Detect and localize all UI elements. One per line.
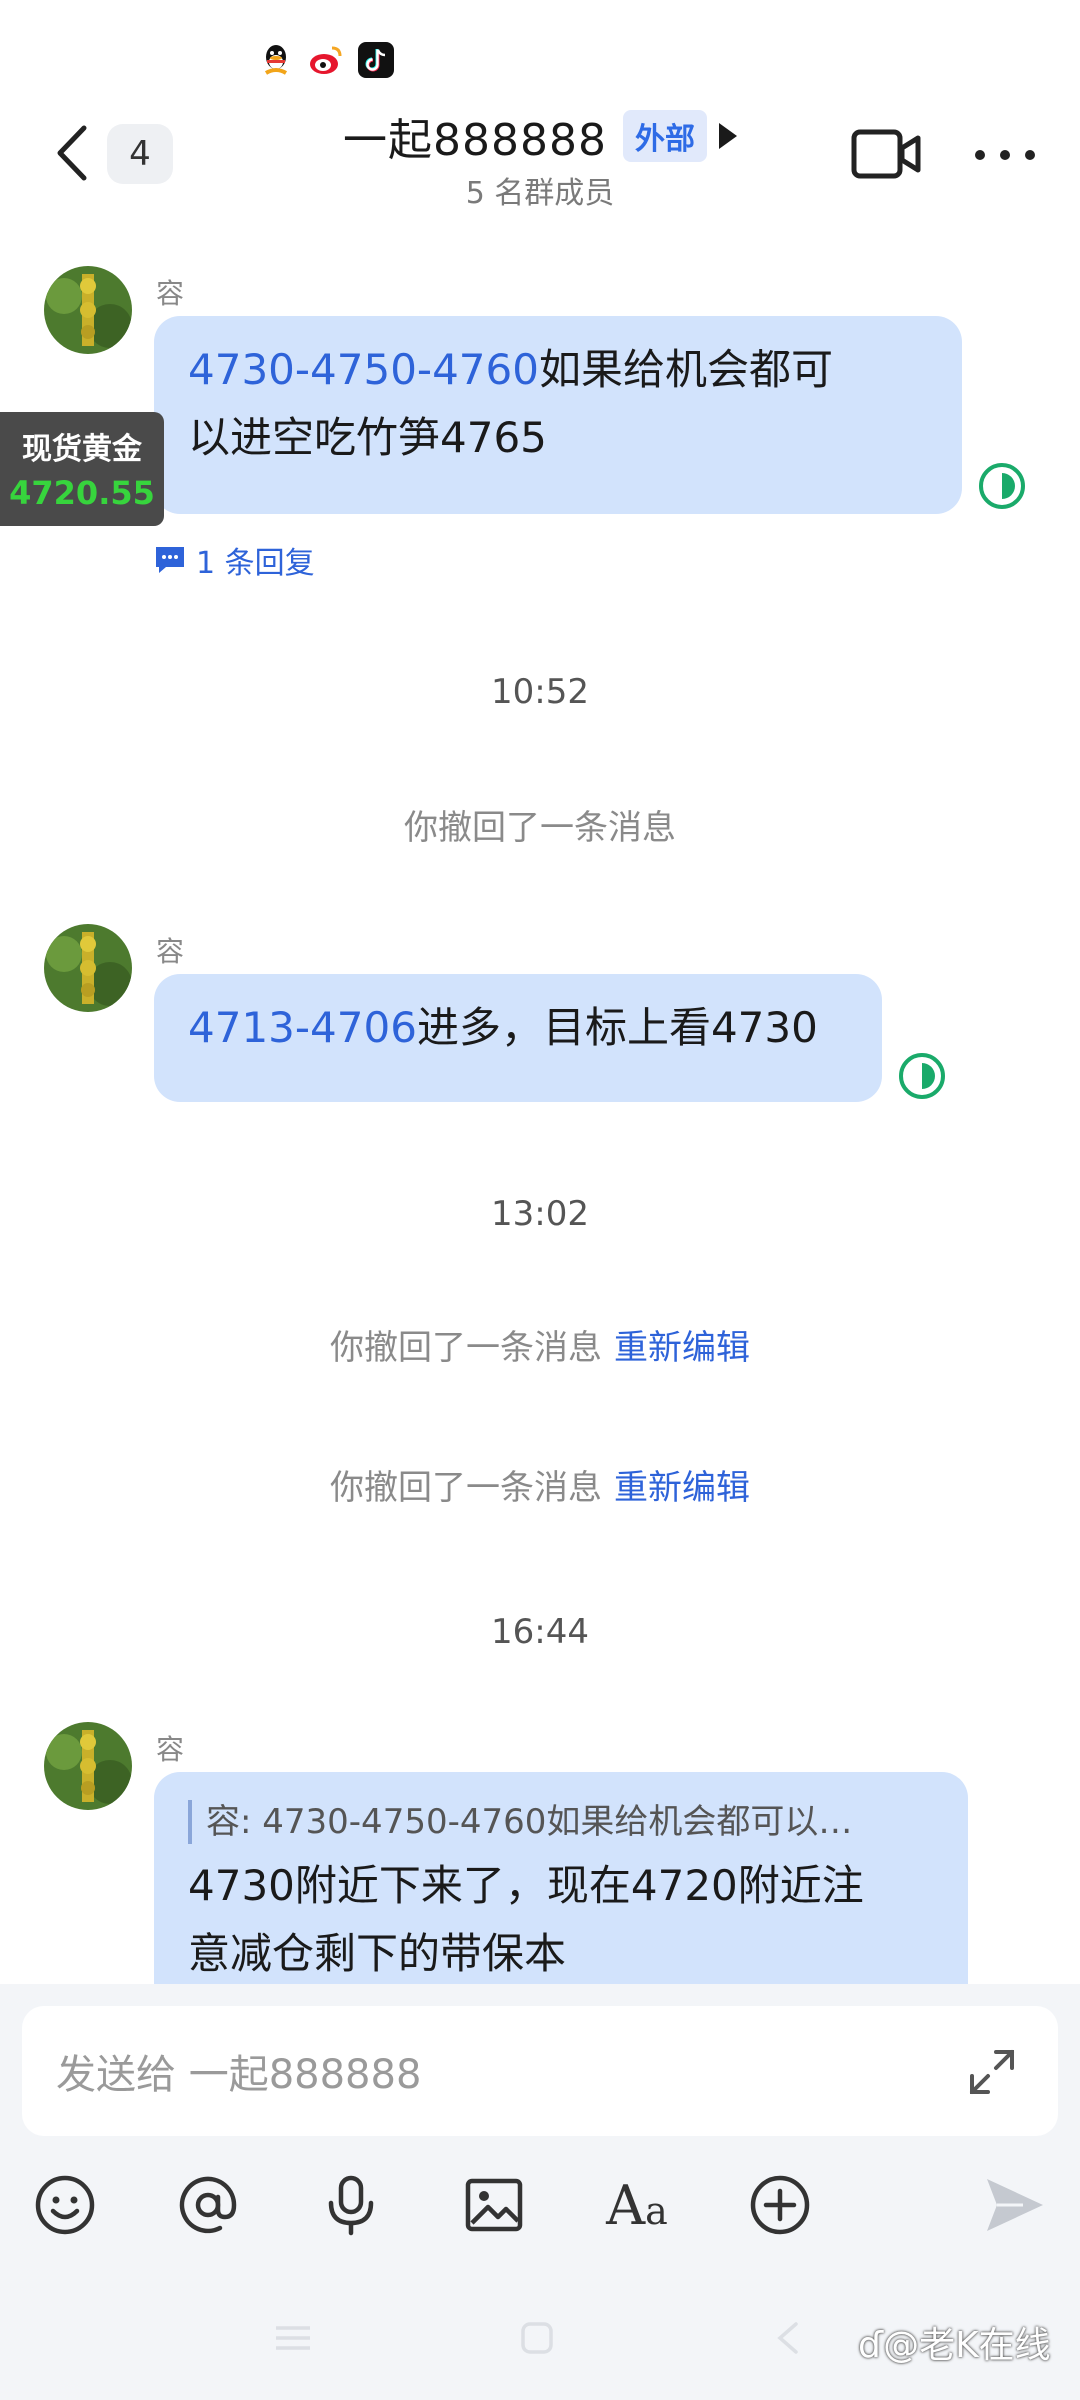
avatar[interactable] bbox=[44, 1722, 132, 1810]
status-app-icons bbox=[258, 42, 394, 78]
recalled-text: 你撤回了一条消息 bbox=[404, 808, 676, 848]
gold-value: 4720.55 bbox=[9, 474, 155, 512]
home-square-icon bbox=[521, 2322, 553, 2354]
gold-price-widget[interactable]: 现货黄金 4720.55 bbox=[0, 412, 164, 526]
expand-input-button[interactable] bbox=[962, 2042, 1022, 2102]
external-tag: 外部 bbox=[622, 110, 707, 162]
recalled-notice: 你撤回了一条消息 bbox=[0, 800, 1080, 849]
recalled-text: 你撤回了一条消息 bbox=[330, 1468, 602, 1508]
send-button[interactable] bbox=[980, 2170, 1050, 2240]
image-icon bbox=[465, 2178, 523, 2232]
send-icon bbox=[987, 2179, 1043, 2231]
reedit-link[interactable]: 重新编辑 bbox=[614, 1328, 750, 1368]
timestamp: 10:52 bbox=[491, 672, 589, 712]
mention-button[interactable] bbox=[173, 2170, 243, 2240]
plus-circle-icon bbox=[750, 2175, 810, 2235]
microphone-icon bbox=[328, 2175, 374, 2236]
emoji-icon bbox=[35, 2175, 95, 2235]
more-plus-button[interactable] bbox=[745, 2170, 815, 2240]
gold-label: 现货黄金 bbox=[22, 432, 142, 467]
nav-back-button[interactable] bbox=[764, 2318, 814, 2358]
watermark: ɗ@老K在线 bbox=[858, 2316, 1051, 2368]
reply-thread-link[interactable]: 1 条回复 bbox=[154, 538, 315, 582]
reedit-link[interactable]: 重新编辑 bbox=[614, 1468, 750, 1508]
sender-name: 容 bbox=[156, 935, 185, 968]
timestamp: 16:44 bbox=[491, 1612, 589, 1652]
message-text: 进多，目标上看4730 bbox=[416, 1003, 818, 1052]
message-line: 4730-4750-4760如果给机会都可 bbox=[188, 336, 928, 404]
message-input[interactable]: 发送给 一起888888 bbox=[22, 2006, 1058, 2136]
number-link[interactable]: 4713-4706 bbox=[188, 1003, 417, 1052]
weibo-icon bbox=[308, 42, 344, 78]
input-placeholder: 发送给 一起888888 bbox=[56, 2052, 422, 2098]
more-options-button[interactable] bbox=[970, 130, 1040, 180]
avatar[interactable] bbox=[44, 266, 132, 354]
text-format-button[interactable]: Aa bbox=[602, 2170, 672, 2240]
recalled-text: 你撤回了一条消息 bbox=[330, 1328, 602, 1368]
emoji-button[interactable] bbox=[30, 2170, 100, 2240]
back-arrow-icon bbox=[777, 2322, 798, 2354]
play-arrow-icon bbox=[718, 123, 737, 149]
comment-icon bbox=[156, 547, 184, 573]
message-bubble[interactable]: 4730-4750-4760如果给机会都可 以进空吃竹笋4765 bbox=[154, 316, 962, 514]
timestamp: 13:02 bbox=[491, 1194, 589, 1234]
more-dots-icon bbox=[975, 150, 1035, 160]
avatar[interactable] bbox=[44, 924, 132, 1012]
recalled-notice: 你撤回了一条消息 重新编辑 bbox=[0, 1460, 1080, 1509]
watermark-text: @老K在线 bbox=[883, 2325, 1051, 2366]
text-format-icon: Aa bbox=[606, 2173, 668, 2237]
nav-menu-button[interactable] bbox=[268, 2318, 318, 2358]
message-bubble[interactable]: 4713-4706进多，目标上看4730 bbox=[154, 974, 882, 1102]
video-camera-icon bbox=[851, 129, 921, 179]
tiktok-icon bbox=[358, 42, 394, 78]
sender-name: 容 bbox=[156, 1733, 185, 1766]
read-status-icon[interactable] bbox=[898, 1052, 946, 1100]
read-status-icon[interactable] bbox=[978, 462, 1026, 510]
expand-icon bbox=[970, 2050, 1014, 2094]
sender-name: 容 bbox=[156, 277, 185, 310]
qq-icon bbox=[258, 42, 294, 78]
number-link[interactable]: 4730-4750-4760 bbox=[188, 345, 539, 394]
quoted-message[interactable]: 容: 4730-4750-4760如果给机会都可以… bbox=[188, 1800, 934, 1844]
at-sign-icon bbox=[179, 2176, 237, 2234]
message-line: 意减仓剩下的带保本 bbox=[188, 1929, 567, 1978]
image-button[interactable] bbox=[459, 2170, 529, 2240]
menu-icon bbox=[276, 2326, 310, 2350]
message-line: 4730附近下来了，现在4720附近注 bbox=[188, 1861, 864, 1910]
message-line: 4713-4706进多，目标上看4730 bbox=[188, 994, 848, 1062]
video-call-button[interactable] bbox=[850, 124, 922, 184]
chat-title: 一起888888 bbox=[343, 115, 607, 166]
message-text: 如果给机会都可 bbox=[538, 345, 833, 394]
message-line: 以进空吃竹笋4765 bbox=[188, 413, 547, 462]
nav-home-button[interactable] bbox=[512, 2318, 562, 2358]
reply-count: 1 条回复 bbox=[196, 546, 315, 581]
recalled-notice: 你撤回了一条消息 重新编辑 bbox=[0, 1320, 1080, 1369]
voice-button[interactable] bbox=[316, 2170, 386, 2240]
watermark-icon: ɗ bbox=[858, 2325, 884, 2366]
